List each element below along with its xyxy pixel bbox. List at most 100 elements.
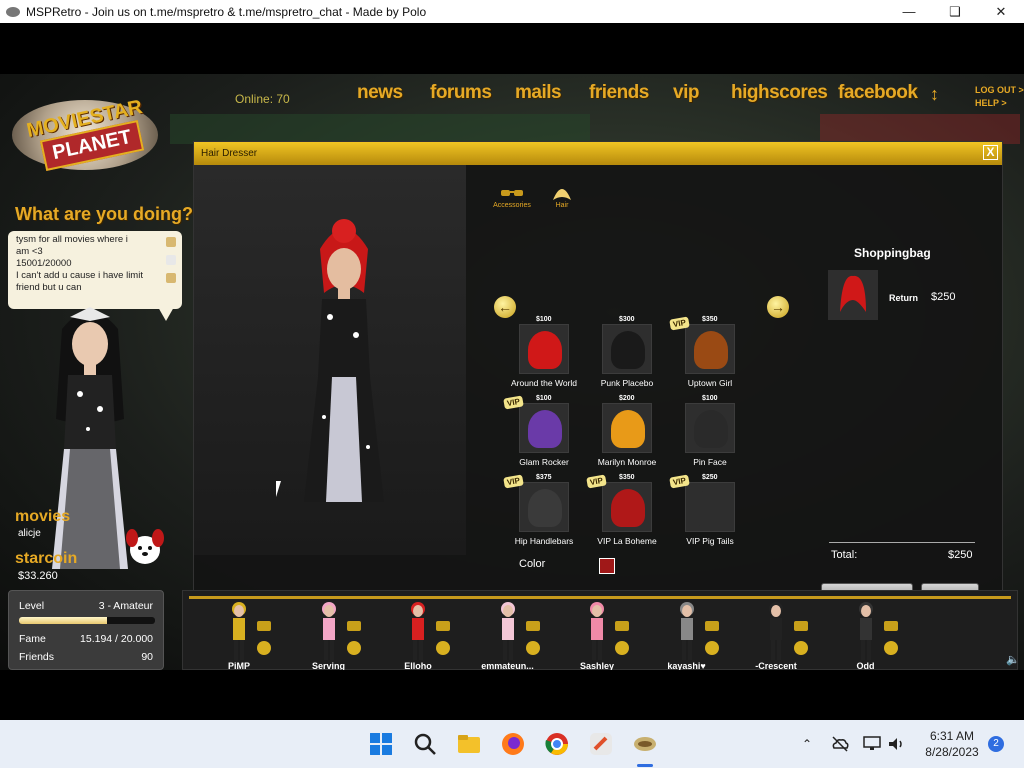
chat-bubble-icon[interactable] <box>883 621 898 631</box>
friend-avatar[interactable]: kayashi♥ <box>635 601 725 670</box>
shoppingbag-item-thumbnail[interactable] <box>828 270 878 320</box>
fullscreen-arrows-icon[interactable]: ↕ <box>930 84 939 105</box>
maximize-icon[interactable]: ❑ <box>932 0 978 23</box>
cloud-offline-icon[interactable] <box>830 734 850 754</box>
nav-mails[interactable]: mails <box>515 82 562 104</box>
friend-avatar[interactable]: Serving <box>277 601 367 670</box>
item-thumbnail <box>519 324 569 374</box>
file-explorer-icon[interactable] <box>457 732 481 756</box>
hair-item[interactable]: $350 VIP Uptown Girl <box>669 316 750 396</box>
tray-chevron-icon[interactable]: ⌃ <box>802 720 812 768</box>
chat-bubble-icon[interactable] <box>704 621 719 631</box>
moviestar-planet-logo[interactable]: MOVIESTAR PLANET <box>12 96 158 172</box>
background-scenery <box>170 114 590 144</box>
status-action-icon[interactable] <box>166 273 176 283</box>
gift-icon[interactable] <box>615 641 629 655</box>
hair-item[interactable]: $100 Around the World <box>504 316 584 396</box>
window-title: MSPRetro - Join us on t.me/mspretro & t.… <box>26 4 427 19</box>
hair-item[interactable]: $300 Punk Placebo <box>587 316 667 396</box>
next-page-button[interactable]: → <box>767 296 789 318</box>
item-name: Marilyn Monroe <box>597 457 657 467</box>
hair-item[interactable]: $250 VIP VIP Pig Tails <box>669 474 750 554</box>
friend-avatar[interactable]: Elloho <box>366 601 456 670</box>
nav-news[interactable]: news <box>357 82 403 104</box>
minimize-icon[interactable]: — <box>886 0 932 23</box>
nav-forums[interactable]: forums <box>430 82 492 104</box>
friend-name: emmateun... <box>481 661 534 670</box>
gift-icon[interactable] <box>704 641 719 655</box>
tab-hair[interactable]: Hair <box>542 182 582 216</box>
hair-thumbnail-icon <box>528 331 562 369</box>
prev-page-button[interactable]: ← <box>494 296 516 318</box>
start-icon[interactable] <box>369 732 393 756</box>
notification-badge[interactable]: 2 <box>988 736 1004 752</box>
nav-vip[interactable]: vip <box>673 82 699 104</box>
chat-bubble-icon[interactable] <box>257 621 271 631</box>
chat-bubble-icon[interactable] <box>615 621 629 631</box>
friend-name: Serving <box>311 661 345 670</box>
hair-thumbnail-icon <box>611 489 645 527</box>
friend-avatar[interactable]: -Crescent <box>724 601 814 670</box>
sound-icon[interactable]: 🔈 <box>1006 653 1020 666</box>
nav-friends[interactable]: friends <box>589 82 649 104</box>
hair-icon <box>553 189 571 200</box>
logout-link[interactable]: LOG OUT > <box>975 84 1024 97</box>
status-edit-icon[interactable] <box>166 237 176 247</box>
close-window-icon[interactable]: ✕ <box>978 0 1024 23</box>
item-name: Pin Face <box>693 457 727 467</box>
status-smiley-icon[interactable] <box>166 255 176 265</box>
gift-icon[interactable] <box>794 641 808 655</box>
gift-icon[interactable] <box>436 641 450 655</box>
item-price: $100 <box>536 316 552 323</box>
chrome-icon[interactable] <box>545 732 569 756</box>
friend-name: -Crescent <box>755 661 797 670</box>
chat-bubble-icon[interactable] <box>346 621 361 631</box>
friend-avatar[interactable]: Odd <box>814 601 904 670</box>
starcoins-value: $33.260 <box>18 570 58 582</box>
gift-icon[interactable] <box>883 641 898 655</box>
friend-avatar[interactable]: PiMP <box>187 601 277 670</box>
chat-bubble-icon[interactable] <box>525 621 540 631</box>
taskbar-clock[interactable]: 6:31 AM 8/28/2023 <box>920 728 984 760</box>
tab-accessories[interactable]: Accessories <box>492 182 532 216</box>
hair-color-picker[interactable] <box>599 558 615 574</box>
status-bubble[interactable]: tysm for all movies where i am <3 15001/… <box>8 231 182 321</box>
gift-icon[interactable] <box>525 641 540 655</box>
help-link[interactable]: HELP > <box>975 97 1024 110</box>
item-price: $100 <box>702 395 718 402</box>
pet-icon[interactable] <box>122 524 168 568</box>
chat-bubble-icon[interactable] <box>436 621 450 631</box>
category-tabs: Accessories Hair <box>492 182 582 216</box>
item-thumbnail <box>519 403 569 453</box>
return-link[interactable]: Return <box>889 293 918 303</box>
gift-icon[interactable] <box>346 641 361 655</box>
firefox-icon[interactable] <box>501 732 525 756</box>
shoppingbag-title: Shoppingbag <box>854 246 931 260</box>
friend-avatar[interactable]: Sashley <box>545 601 635 670</box>
game-area: MOVIESTAR PLANET Online: 70 news forums … <box>0 74 1024 670</box>
hair-item[interactable]: $100 VIP Glam Rocker <box>503 395 584 475</box>
chat-bubble-icon[interactable] <box>794 621 808 631</box>
friends-bar: PiMP Serving Elloho emmateun... Sashley kayas… <box>182 590 1018 670</box>
fame-label: Fame <box>19 633 46 645</box>
mspretro-app-icon[interactable] <box>633 732 657 756</box>
username: alicje <box>18 528 41 539</box>
nav-facebook[interactable]: facebook <box>838 82 918 104</box>
dialog-close-button[interactable]: X <box>983 145 998 160</box>
hair-item[interactable]: $100 Pin Face <box>670 395 750 475</box>
level-progress-bar <box>19 617 155 624</box>
volume-icon[interactable] <box>886 734 906 754</box>
nav-highscores[interactable]: highscores <box>731 82 828 104</box>
item-thumbnail <box>519 482 569 532</box>
search-icon[interactable] <box>413 732 437 756</box>
hair-item[interactable]: $375 VIP Hip Handlebars <box>503 474 584 554</box>
hair-item[interactable]: $350 VIP VIP La Boheme <box>586 474 667 554</box>
gift-icon[interactable] <box>257 641 271 655</box>
app-icon[interactable] <box>589 732 613 756</box>
level-progress-fill <box>19 617 108 624</box>
friend-avatar[interactable]: emmateun... <box>456 601 546 670</box>
hair-thumbnail-icon <box>694 331 728 369</box>
network-icon[interactable] <box>862 734 882 754</box>
friend-figure <box>500 602 515 660</box>
hair-item[interactable]: $200 Marilyn Monroe <box>587 395 667 475</box>
